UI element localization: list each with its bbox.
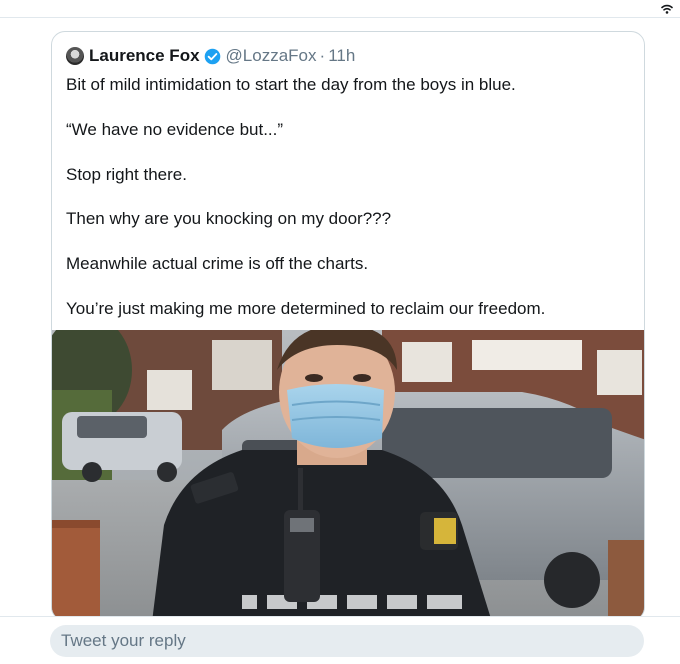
tweet-text-line: Bit of mild intimidation to start the da… xyxy=(66,75,516,94)
tweet-text-line: Stop right there. xyxy=(66,164,187,184)
verified-badge-icon xyxy=(204,48,220,64)
tweet-text-line: “We have no evidence but...” xyxy=(66,119,284,139)
avatar[interactable] xyxy=(66,47,84,65)
tweet-text-line: Then why are you knocking on my door??? xyxy=(66,209,392,229)
wifi-icon xyxy=(661,4,673,14)
display-name[interactable]: Laurence Fox xyxy=(89,46,200,66)
video-frame-illustration xyxy=(52,330,644,620)
reply-input[interactable]: Tweet your reply xyxy=(50,625,644,657)
reply-bar: Tweet your reply xyxy=(0,616,680,664)
tweet-text-line: You’re just making me more determined to… xyxy=(66,298,546,318)
handle[interactable]: @LozzaFox xyxy=(226,46,317,66)
separator: · xyxy=(319,46,326,65)
tweet-media-video[interactable] xyxy=(52,330,644,620)
top-bar xyxy=(0,0,680,18)
timestamp[interactable]: 11h xyxy=(328,46,355,66)
tweet-text-line: Meanwhile actual crime is off the charts… xyxy=(66,254,369,274)
tweet-header: Laurence Fox @LozzaFox · 11h xyxy=(66,45,355,67)
tweet-text: Bit of mild intimidation to start the da… xyxy=(66,74,636,343)
quoted-tweet-card[interactable]: Laurence Fox @LozzaFox · 11h Bit of mild… xyxy=(51,31,645,621)
